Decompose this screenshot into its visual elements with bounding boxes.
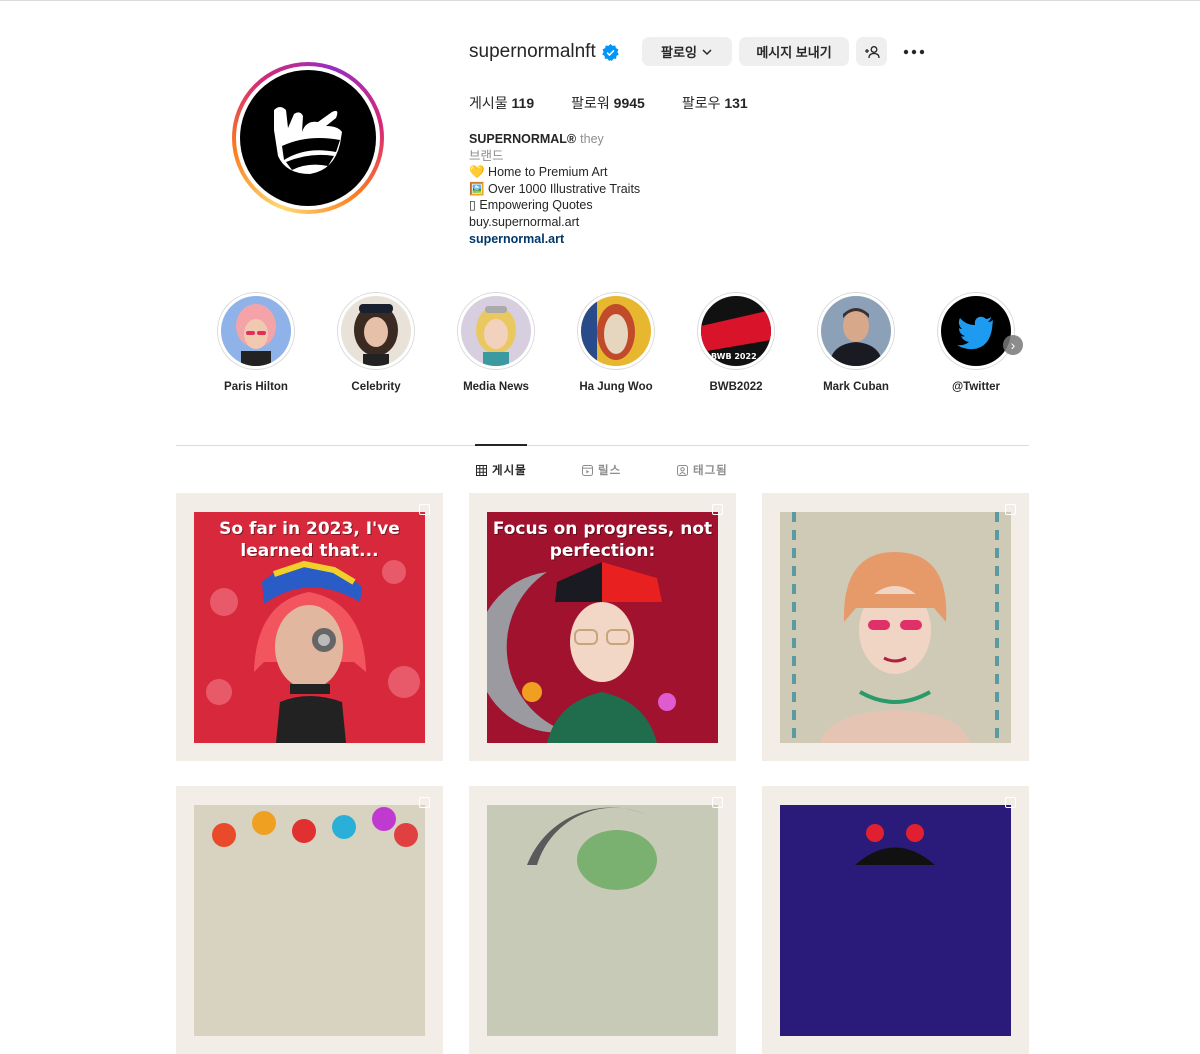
verified-badge-icon: [601, 43, 619, 61]
message-button[interactable]: 메시지 보내기: [739, 37, 849, 66]
post-image: [194, 805, 425, 1036]
multi-image-icon: [419, 504, 430, 515]
post-image: [780, 805, 1011, 1036]
reels-icon: [582, 464, 593, 476]
post-tile[interactable]: [469, 786, 736, 1054]
tab-tagged[interactable]: 태그됨: [677, 462, 728, 478]
post-tile[interactable]: [762, 493, 1029, 761]
profile-bio: SUPERNORMAL® they 브랜드 💛 Home to Premium A…: [469, 131, 640, 247]
highlight-ring: [817, 292, 895, 370]
multi-image-icon: [712, 504, 723, 515]
profile-avatar[interactable]: [240, 70, 376, 206]
highlight-cover: [821, 296, 891, 366]
grid-icon: [476, 464, 487, 476]
following-button[interactable]: 팔로잉: [642, 37, 732, 66]
profile-username: supernormalnft: [469, 41, 596, 62]
highlight-label: Mark Cuban: [823, 381, 889, 393]
post-tile[interactable]: So far in 2023, I've learned that...: [176, 493, 443, 761]
highlight-ring: [457, 292, 535, 370]
bio-pronouns: they: [580, 132, 604, 146]
post-tile[interactable]: [762, 786, 1029, 1054]
bio-line: buy.supernormal.art: [469, 214, 580, 229]
highlight-label: @Twitter: [951, 381, 1001, 393]
tab-posts[interactable]: 게시물: [476, 462, 527, 478]
highlight-item[interactable]: Celebrity: [336, 292, 416, 393]
suggest-user-button[interactable]: [856, 37, 887, 66]
highlight-ring: [937, 292, 1015, 370]
tab-posts-label: 게시물: [492, 465, 527, 477]
bio-website-link[interactable]: supernormal.art: [469, 231, 640, 248]
multi-image-icon: [712, 797, 723, 808]
post-caption-overlay: Focus on progress, not perfection:: [492, 519, 713, 561]
chevron-right-icon[interactable]: ›: [1003, 335, 1023, 355]
followers-count-value: 9945: [613, 95, 645, 111]
tab-tagged-label: 태그됨: [693, 465, 728, 477]
multi-image-icon: [1005, 797, 1016, 808]
bio-line: 🖼️ Over 1000 Illustrative Traits: [469, 181, 641, 196]
post-tile[interactable]: Focus on progress, not perfection:: [469, 493, 736, 761]
tab-reels[interactable]: 릴스: [582, 462, 621, 478]
post-image: Focus on progress, not perfection:: [487, 512, 718, 743]
posts-count-value: 119: [511, 95, 535, 111]
following-count-value: 131: [724, 95, 748, 111]
highlight-item[interactable]: Ha Jung Woo: [576, 292, 656, 393]
highlight-ring: [577, 292, 655, 370]
twitter-bird-icon: [941, 296, 1011, 366]
highlight-ring: [217, 292, 295, 370]
highlight-label: Media News: [463, 381, 529, 393]
highlight-cover: [941, 296, 1011, 366]
highlight-cover: BWB 2022: [701, 296, 771, 366]
active-tab-indicator: [475, 444, 527, 446]
highlight-cover-text: BWB 2022: [711, 352, 757, 361]
tag-person-icon: [677, 464, 688, 476]
highlight-cover: [581, 296, 651, 366]
tabs-divider: [176, 445, 1029, 446]
bio-category: 브랜드: [469, 148, 504, 163]
post-image: [780, 512, 1011, 743]
chevron-down-icon: [702, 48, 712, 55]
highlight-label: Ha Jung Woo: [579, 381, 653, 393]
followers-count-label: 팔로워: [571, 95, 610, 111]
highlight-ring: BWB 2022: [697, 292, 775, 370]
bio-line: ▯ Empowering Quotes: [469, 198, 593, 213]
post-tile[interactable]: [176, 786, 443, 1054]
post-image: So far in 2023, I've learned that...: [194, 512, 425, 743]
highlight-label: BWB2022: [709, 381, 763, 393]
bio-line: 💛 Home to Premium Art: [469, 165, 608, 180]
message-button-label: 메시지 보내기: [756, 45, 832, 60]
highlight-item[interactable]: BWB 2022 BWB2022: [696, 292, 776, 393]
username-row: supernormalnft: [469, 37, 619, 67]
post-caption-overlay: So far in 2023, I've learned that...: [219, 519, 400, 561]
highlight-cover: [461, 296, 531, 366]
highlight-cover: [341, 296, 411, 366]
more-options-icon[interactable]: [900, 37, 928, 66]
highlight-label: Paris Hilton: [224, 381, 288, 393]
highlight-label: Celebrity: [351, 381, 401, 393]
following-count[interactable]: 팔로우 131: [682, 93, 748, 113]
post-image: [487, 805, 718, 1036]
tab-reels-label: 릴스: [598, 465, 622, 477]
posts-count-label: 게시물: [469, 95, 508, 111]
highlight-ring: [337, 292, 415, 370]
bio-name-row: SUPERNORMAL® they: [469, 131, 640, 148]
highlight-item[interactable]: Media News: [456, 292, 536, 393]
highlight-cover: [221, 296, 291, 366]
multi-image-icon: [1005, 504, 1016, 515]
multi-image-icon: [419, 797, 430, 808]
profile-avatar-ring[interactable]: [232, 62, 384, 214]
bio-name: SUPERNORMAL®: [469, 132, 577, 146]
highlight-item[interactable]: Mark Cuban: [816, 292, 896, 393]
profile-stats: 게시물 119 팔로워 9945 팔로우 131: [469, 93, 785, 113]
top-border: [0, 0, 1200, 1]
followers-count[interactable]: 팔로워 9945: [571, 93, 645, 113]
add-person-icon: [864, 45, 880, 58]
posts-count: 게시물 119: [469, 93, 534, 113]
following-button-label: 팔로잉: [661, 45, 697, 60]
following-count-label: 팔로우: [681, 95, 721, 111]
supernormal-logo: [274, 107, 342, 174]
highlight-item[interactable]: Paris Hilton: [216, 292, 296, 393]
